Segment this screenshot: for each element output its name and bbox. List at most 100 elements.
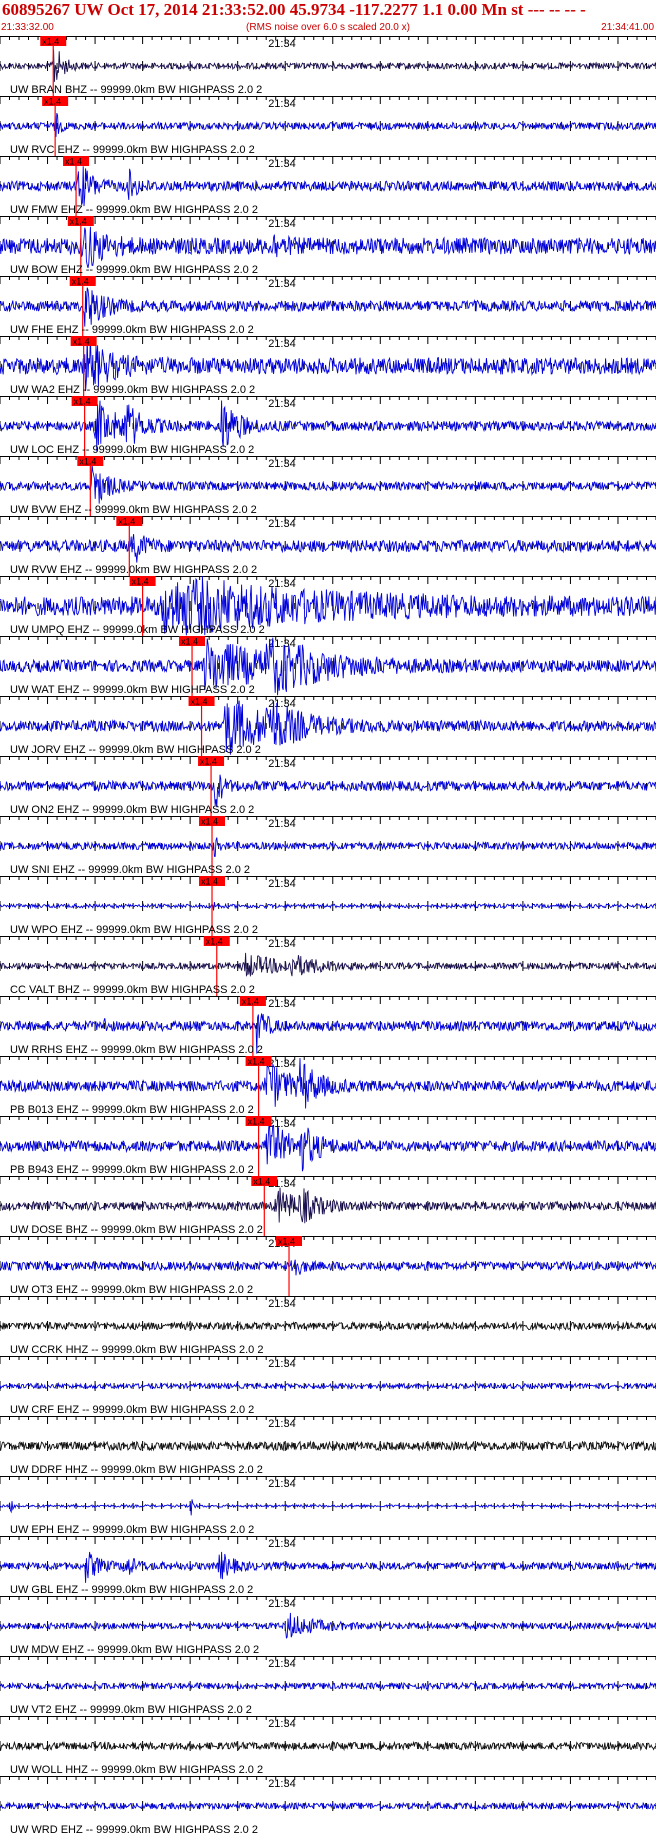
waveform-trace	[0, 1612, 656, 1639]
waveform-trace	[0, 1801, 656, 1811]
waveform-trace	[0, 1551, 656, 1583]
pick-label: x1.4	[242, 997, 259, 1007]
waveform-trace	[0, 1259, 656, 1276]
minute-label: 21:34	[268, 818, 296, 830]
pick-label: x1.4	[253, 1177, 270, 1187]
pick-label: x1.4	[278, 1237, 295, 1247]
trace-label: UW OT3 EHZ -- 99999.0km BW HIGHPASS 2.0 …	[10, 1284, 253, 1296]
trace-label: UW FMW EHZ -- 99999.0km BW HIGHPASS 2.0 …	[10, 204, 258, 216]
trace-label: UW LOC EHZ -- 99999.0km BW HIGHPASS 2.0 …	[10, 444, 254, 456]
waveform-trace	[0, 1320, 656, 1332]
trace-label: UW DDRF HHZ -- 99999.0km BW HIGHPASS 2.0…	[10, 1464, 263, 1476]
minute-label: 21:34	[268, 1418, 296, 1430]
trace-label: UW WOLL HHZ -- 99999.0km BW HIGHPASS 2.0…	[10, 1764, 263, 1776]
minute-label: 21:34	[268, 1598, 296, 1610]
waveform-trace	[0, 1058, 656, 1109]
minute-label: 21:34	[268, 38, 296, 50]
minute-label: 21:34	[268, 218, 296, 230]
minute-label: 21:34	[268, 518, 296, 530]
minute-label: 21:34	[268, 1718, 296, 1730]
trace-label: CC VALT BHZ -- 99999.0km BW HIGHPASS 2.0…	[10, 984, 255, 996]
minute-label: 21:34	[268, 398, 296, 410]
waveform-trace	[0, 1499, 656, 1516]
minute-label: 21:34	[268, 1478, 296, 1490]
pick-label: x1.4	[181, 637, 198, 647]
waveform-trace	[0, 166, 656, 207]
pick-label: x1.4	[70, 217, 87, 227]
waveform-trace	[0, 336, 656, 392]
trace-label: UW WAT EHZ -- 99999.0km BW HIGHPASS 2.0 …	[10, 684, 255, 696]
end-time-label: 21:34:41.00	[601, 22, 654, 33]
waveform-trace	[0, 463, 656, 504]
plot-header: 60895267 UW Oct 17, 2014 21:33:52.00 45.…	[0, 0, 656, 36]
trace-label: PB B013 EHZ -- 99999.0km BW HIGHPASS 2.0…	[10, 1104, 254, 1116]
trace-label: UW BVW EHZ -- 99999.0km BW HIGHPASS 2.0 …	[10, 504, 257, 516]
waveform-trace	[0, 287, 656, 327]
waveform-trace	[0, 226, 656, 269]
trace-label: UW DOSE BHZ -- 99999.0km BW HIGHPASS 2.0…	[10, 1224, 263, 1236]
waveform-trace	[0, 774, 656, 808]
waveform-trace	[0, 534, 656, 563]
minute-label: 21:34	[268, 878, 296, 890]
trace-label: UW EPH EHZ -- 99999.0km BW HIGHPASS 2.0 …	[10, 1524, 254, 1536]
trace-label: UW BOW EHZ -- 99999.0km BW HIGHPASS 2.0 …	[10, 264, 258, 276]
pick-label: x1.4	[42, 37, 59, 47]
pick-label: x1.4	[74, 397, 91, 407]
event-title: 60895267 UW Oct 17, 2014 21:33:52.00 45.…	[2, 0, 586, 19]
minute-label: 21:34	[268, 758, 296, 770]
trace-label: UW WRD EHZ -- 99999.0km BW HIGHPASS 2.0 …	[10, 1824, 258, 1836]
waveform-trace	[0, 952, 656, 977]
pick-label: x1.4	[65, 157, 82, 167]
trace-label: UW JORV EHZ -- 99999.0km BW HIGHPASS 2.0…	[10, 744, 261, 756]
seismogram-plot: 21:34x1.4UW BRAN BHZ -- 99999.0km BW HIG…	[0, 36, 656, 1836]
trace-label: UW CCRK HHZ -- 99999.0km BW HIGHPASS 2.0…	[10, 1344, 263, 1356]
trace-label: UW VT2 EHZ -- 99999.0km BW HIGHPASS 2.0 …	[10, 1704, 252, 1716]
pick-label: x1.4	[248, 1057, 265, 1067]
trace-label: UW BRAN BHZ -- 99999.0km BW HIGHPASS 2.0…	[10, 84, 262, 96]
minute-label: 21:34	[268, 1658, 296, 1670]
waveform-trace	[0, 902, 656, 911]
trace-label: UW FHE EHZ -- 99999.0km BW HIGHPASS 2.0 …	[10, 324, 254, 336]
pick-label: x1.4	[206, 937, 223, 947]
trace-label: UW UMPQ EHZ -- 99999.0km BW HIGHPASS 2.0…	[10, 624, 265, 636]
waveform-trace	[0, 112, 656, 137]
pick-label: x1.4	[44, 97, 61, 107]
waveform-trace	[0, 49, 656, 82]
trace-label: UW WPO EHZ -- 99999.0km BW HIGHPASS 2.0 …	[10, 924, 258, 936]
trace-label: UW GBL EHZ -- 99999.0km BW HIGHPASS 2.0 …	[10, 1584, 253, 1596]
trace-label: UW SNI EHZ -- 99999.0km BW HIGHPASS 2.0 …	[10, 864, 250, 876]
pick-label: x1.4	[191, 697, 208, 707]
scale-note: (RMS noise over 6.0 s scaled 20.0 x)	[246, 22, 410, 33]
minute-label: 21:34	[268, 458, 296, 470]
minute-label: 21:34	[268, 1778, 296, 1790]
trace-label: UW RRHS EHZ -- 99999.0km BW HIGHPASS 2.0…	[10, 1044, 263, 1056]
waveform-trace	[0, 1381, 656, 1391]
minute-label: 21:34	[268, 938, 296, 950]
minute-label: 21:34	[268, 158, 296, 170]
waveform-trace	[0, 1740, 656, 1752]
minute-label: 21:34	[268, 1298, 296, 1310]
pick-label: x1.4	[118, 517, 135, 527]
minute-label: 21:34	[268, 1538, 296, 1550]
pick-label: x1.4	[201, 877, 218, 887]
pick-label: x1.4	[132, 577, 149, 587]
trace-label: UW RVC EHZ -- 99999.0km BW HIGHPASS 2.0 …	[10, 144, 255, 156]
pick-label: x1.4	[200, 757, 217, 767]
trace-label: UW CRF EHZ -- 99999.0km BW HIGHPASS 2.0 …	[10, 1404, 254, 1416]
pick-label: x1.4	[248, 1117, 265, 1127]
waveform-trace	[0, 1681, 656, 1691]
pick-label: x1.4	[201, 817, 218, 827]
trace-label: UW ON2 EHZ -- 99999.0km BW HIGHPASS 2.0 …	[10, 804, 254, 816]
minute-label: 21:34	[268, 1358, 296, 1370]
pick-label: x1.4	[79, 457, 96, 467]
minute-label: 21:34	[268, 698, 296, 710]
pick-label: x1.4	[73, 337, 90, 347]
pick-label: x1.4	[72, 277, 89, 287]
waveform-trace	[0, 1440, 656, 1452]
minute-label: 21:34	[268, 998, 296, 1010]
trace-label: UW WA2 EHZ -- 99999.0km BW HIGHPASS 2.0 …	[10, 384, 255, 396]
minute-label: 21:34	[268, 338, 296, 350]
trace-label: UW MDW EHZ -- 99999.0km BW HIGHPASS 2.0 …	[10, 1644, 259, 1656]
waveform-trace	[0, 1187, 656, 1224]
waveform-trace	[0, 837, 656, 857]
